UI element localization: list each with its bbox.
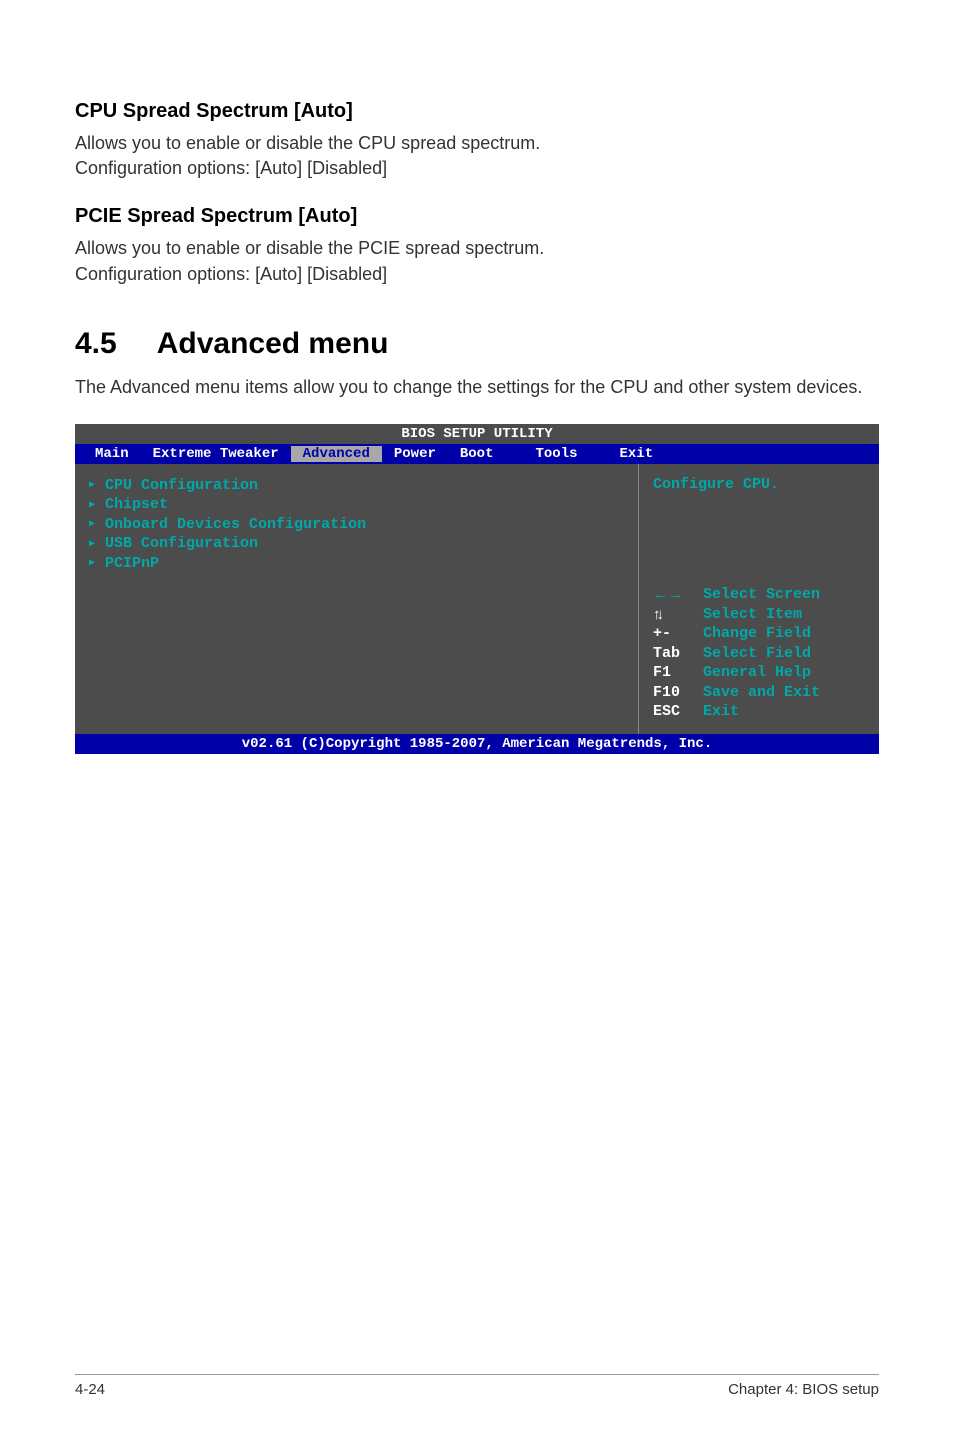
legend-key-arrows-ud: ↑↓ (653, 605, 703, 625)
bios-item-cpu-config[interactable]: ▶ CPU Configuration (89, 476, 624, 496)
legend-key-esc: ESC (653, 702, 703, 722)
legend-row: Tab Select Field (653, 644, 865, 664)
page-footer: 4-24 Chapter 4: BIOS setup (75, 1374, 879, 1398)
bios-title-bar: BIOS SETUP UTILITY (75, 424, 879, 444)
legend-desc: Select Field (703, 644, 811, 664)
bios-menu-extreme[interactable]: Extreme Tweaker (141, 446, 291, 462)
bios-menu-main[interactable]: Main (83, 446, 141, 462)
pointer-icon: ▶ (89, 538, 95, 551)
legend-key-f1: F1 (653, 663, 703, 683)
legend-key-f10: F10 (653, 683, 703, 703)
section-heading-pcie: PCIE Spread Spectrum [Auto] (75, 205, 879, 228)
pointer-icon: ▶ (89, 499, 95, 512)
pointer-icon: ▶ (89, 518, 95, 531)
bios-menu-power[interactable]: Power (382, 446, 448, 462)
section-number: 4.5 (75, 327, 117, 361)
bios-legend: ←→ Select Screen ↑↓ Select Item +- Chang… (653, 555, 865, 722)
bios-item-pcipnp[interactable]: ▶ PCIPnP (89, 554, 624, 574)
bios-item-label: Chipset (105, 495, 168, 515)
pointer-icon: ▶ (89, 557, 95, 570)
bios-footer: v02.61 (C)Copyright 1985-2007, American … (75, 734, 879, 754)
main-intro: The Advanced menu items allow you to cha… (75, 375, 879, 400)
text-line: Configuration options: [Auto] [Disabled] (75, 264, 387, 284)
legend-row: F10 Save and Exit (653, 683, 865, 703)
legend-desc: Change Field (703, 624, 811, 644)
legend-key-plusminus: +- (653, 624, 703, 644)
legend-row: F1 General Help (653, 663, 865, 683)
legend-desc: Select Item (703, 605, 802, 625)
bios-item-label: Onboard Devices Configuration (105, 515, 366, 535)
bios-menu-boot[interactable]: Boot (448, 446, 506, 462)
text-line: Configuration options: [Auto] [Disabled] (75, 158, 387, 178)
legend-row: ←→ Select Screen (653, 585, 865, 605)
bios-right-pane: Configure CPU. ←→ Select Screen ↑↓ Selec… (639, 464, 879, 734)
pointer-icon: ▶ (89, 479, 95, 492)
legend-desc: Save and Exit (703, 683, 820, 703)
bios-item-label: USB Configuration (105, 534, 258, 554)
legend-row: ↑↓ Select Item (653, 605, 865, 625)
bios-body: ▶ CPU Configuration ▶ Chipset ▶ Onboard … (75, 464, 879, 734)
page-number: 4-24 (75, 1381, 105, 1398)
bios-menu-bar: Main Extreme Tweaker Advanced Power Boot… (75, 444, 879, 464)
bios-item-chipset[interactable]: ▶ Chipset (89, 495, 624, 515)
bios-left-pane: ▶ CPU Configuration ▶ Chipset ▶ Onboard … (75, 464, 639, 734)
legend-desc: General Help (703, 663, 811, 683)
bios-menu-exit[interactable]: Exit (608, 446, 666, 462)
bios-help-text: Configure CPU. (653, 476, 865, 493)
bios-screenshot: BIOS SETUP UTILITY Main Extreme Tweaker … (75, 424, 879, 754)
text-line: Allows you to enable or disable the CPU … (75, 133, 540, 153)
text-line: Allows you to enable or disable the PCIE… (75, 238, 544, 258)
bios-menu-advanced[interactable]: Advanced (291, 446, 382, 462)
bios-item-onboard[interactable]: ▶ Onboard Devices Configuration (89, 515, 624, 535)
section-body-cpu: Allows you to enable or disable the CPU … (75, 131, 879, 181)
section-body-pcie: Allows you to enable or disable the PCIE… (75, 236, 879, 286)
bios-menu-tools[interactable]: Tools (523, 446, 589, 462)
bios-item-usb[interactable]: ▶ USB Configuration (89, 534, 624, 554)
section-title: Advanced menu (157, 327, 389, 360)
chapter-label: Chapter 4: BIOS setup (728, 1381, 879, 1398)
section-heading-cpu: CPU Spread Spectrum [Auto] (75, 100, 879, 123)
legend-key-arrows-lr: ←→ (653, 585, 703, 605)
legend-key-tab: Tab (653, 644, 703, 664)
legend-desc: Exit (703, 702, 739, 722)
legend-row: +- Change Field (653, 624, 865, 644)
main-heading: 4.5 Advanced menu (75, 327, 879, 361)
legend-desc: Select Screen (703, 585, 820, 605)
bios-item-label: PCIPnP (105, 554, 159, 574)
bios-item-label: CPU Configuration (105, 476, 258, 496)
legend-row: ESC Exit (653, 702, 865, 722)
